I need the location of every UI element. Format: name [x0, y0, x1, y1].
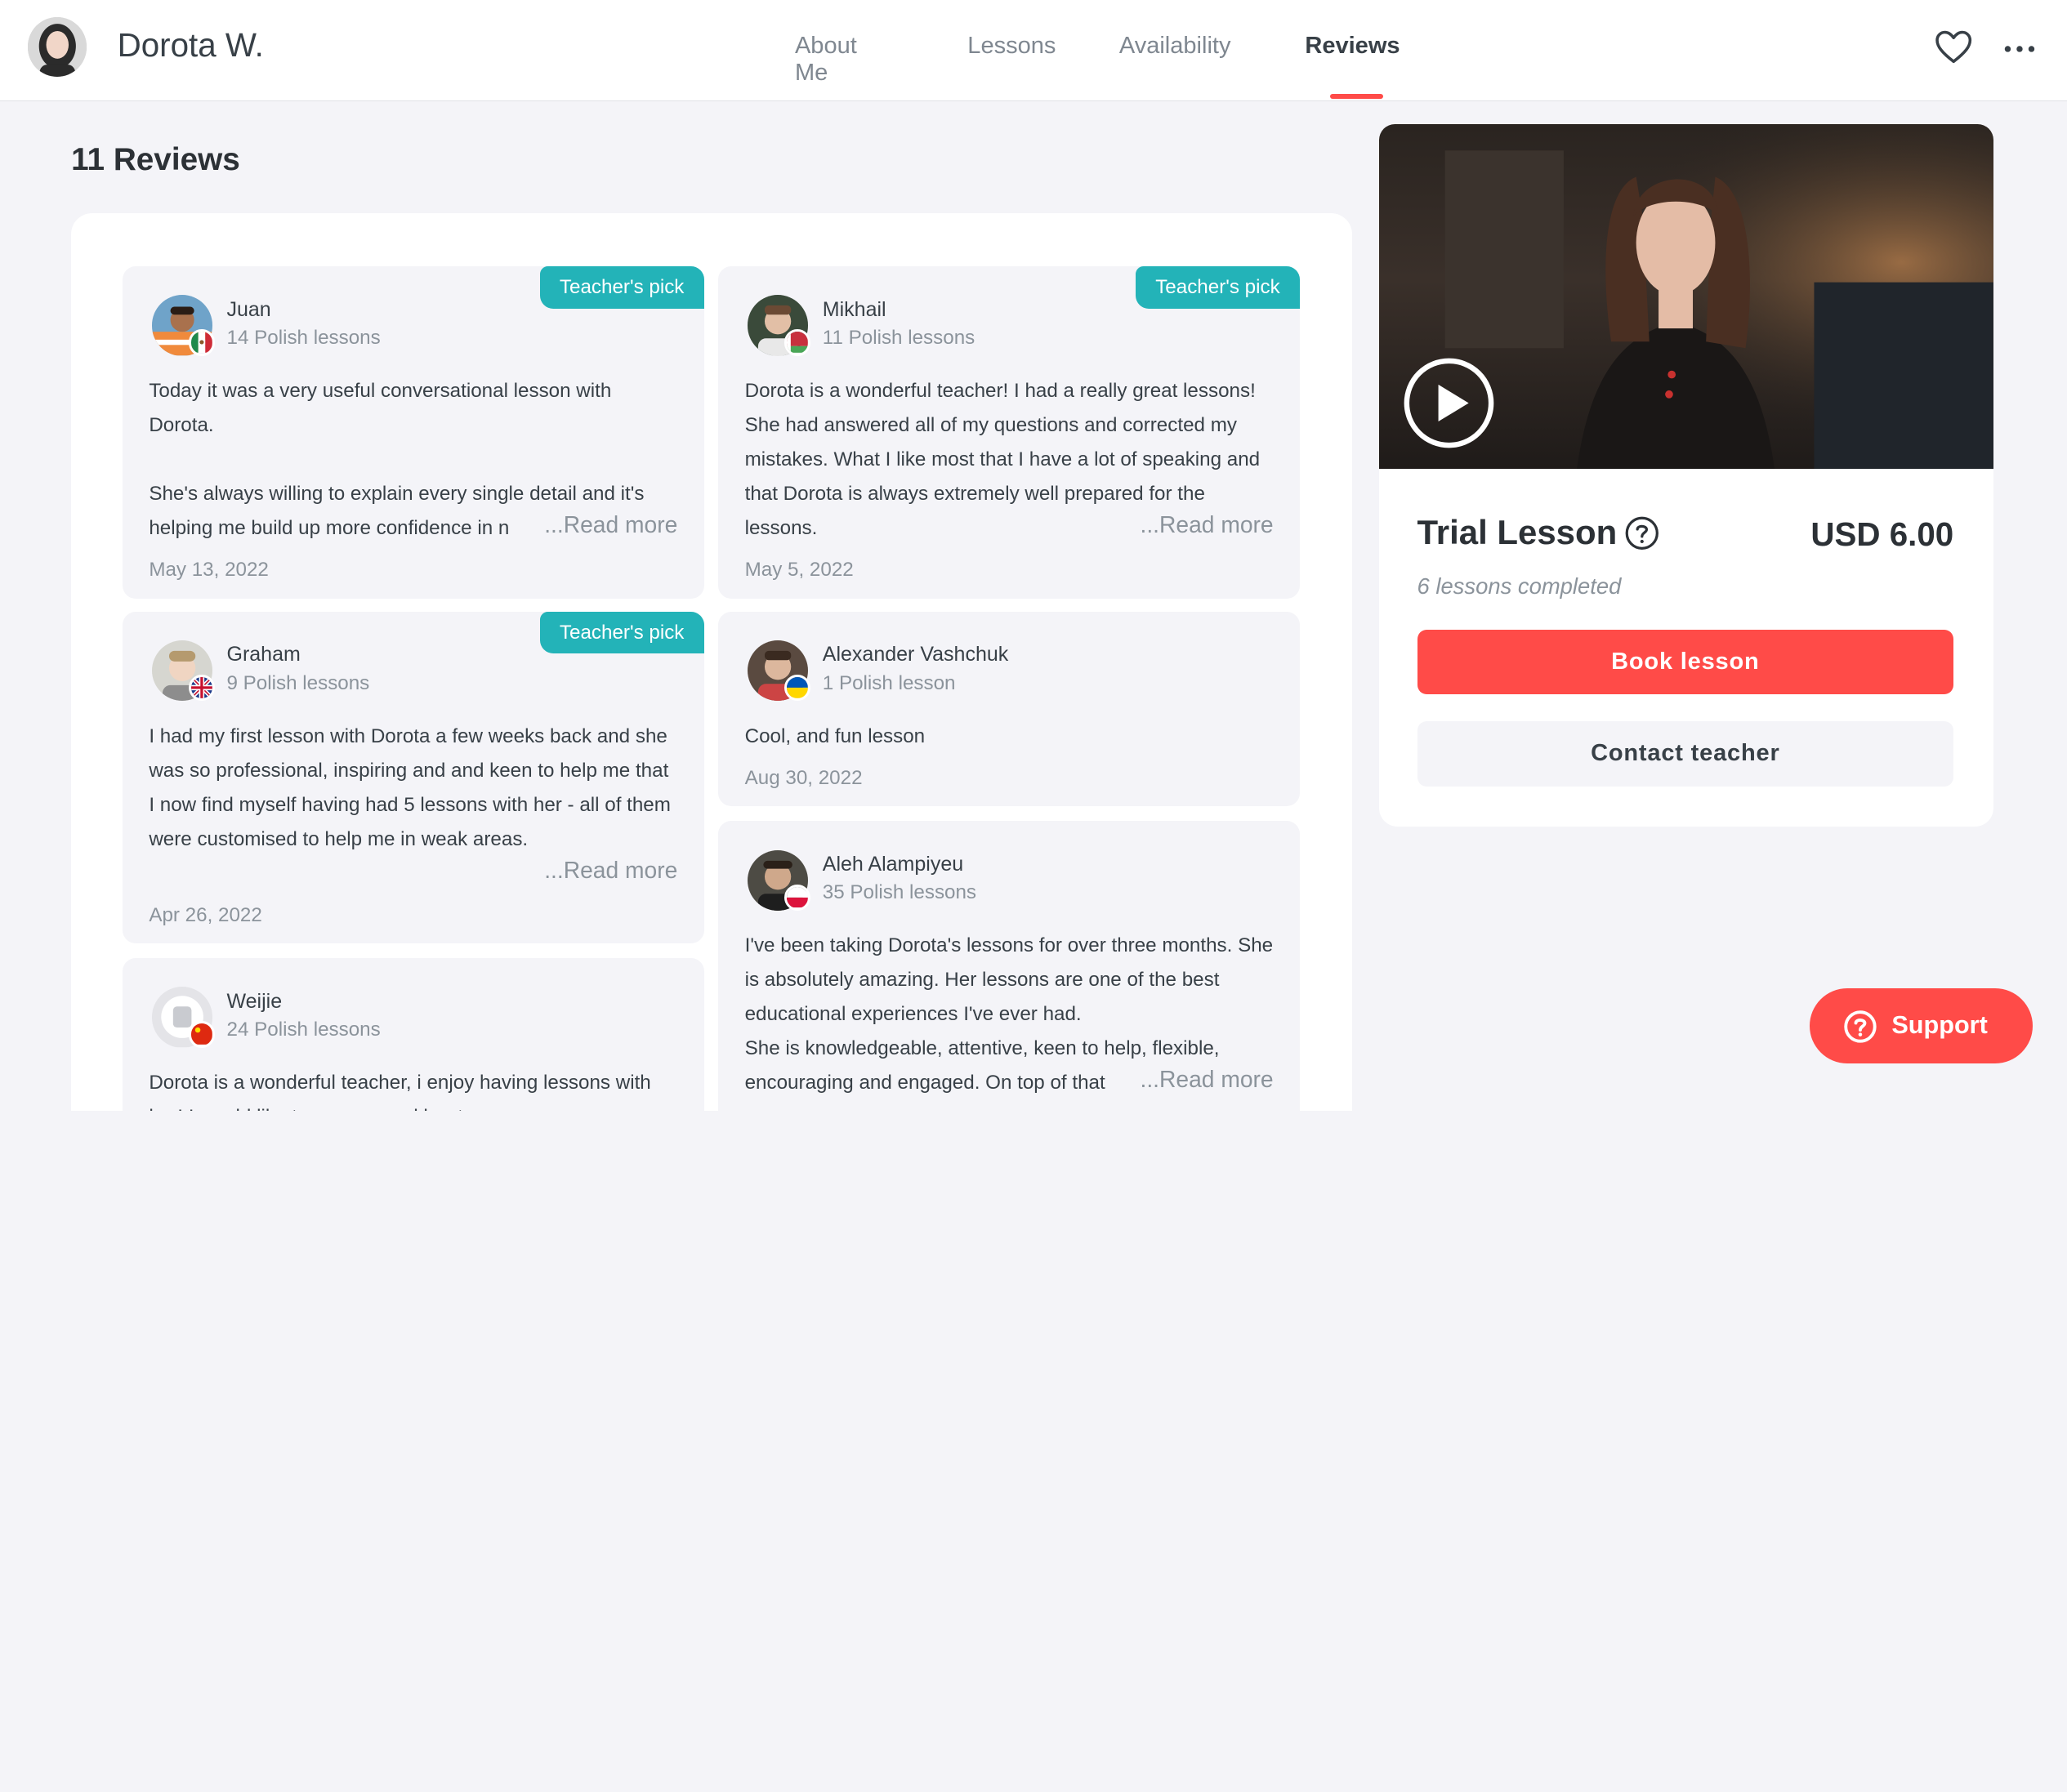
review-date: Aug 30, 2022	[744, 767, 863, 790]
reviews-heading: 11 Reviews	[71, 142, 240, 178]
reviewer-lesson-count: 9 Polish lessons	[226, 671, 370, 694]
play-icon[interactable]	[1403, 357, 1495, 449]
top-bar: Dorota W. About Me Lessons Availability …	[0, 0, 2067, 102]
teacher-avatar[interactable]	[27, 16, 87, 77]
review-card: Weijie 24 Polish lessons Dorota is a won…	[123, 958, 704, 1112]
teacher-name: Dorota W.	[117, 26, 264, 65]
review-card: Aleh Alampiyeu 35 Polish lessons I've be…	[718, 821, 1300, 1112]
flag-belarus-icon	[784, 329, 811, 356]
flag-china-icon	[188, 1021, 215, 1048]
reviewer-lesson-count: 14 Polish lessons	[226, 327, 381, 350]
intro-video[interactable]	[1378, 123, 1993, 470]
contact-teacher-button[interactable]: Contact teacher	[1417, 720, 1954, 787]
read-more-link[interactable]: ...Read more	[1135, 511, 1274, 539]
reviewer-name: Alexander Vashchuk	[822, 643, 1009, 666]
review-card: Teacher's pick Juan 14 Polish lessons To…	[123, 265, 704, 599]
support-button[interactable]: Support	[1810, 988, 2033, 1064]
read-more-link[interactable]: ...Read more	[538, 856, 678, 884]
teachers-pick-badge: Teacher's pick	[539, 265, 704, 309]
read-more-link[interactable]: ...Read more	[1135, 1066, 1274, 1094]
reviewer-name: Graham	[226, 643, 301, 666]
help-icon[interactable]	[1624, 515, 1660, 551]
more-icon[interactable]	[2002, 32, 2037, 66]
flag-uk-icon	[188, 675, 215, 702]
tab-availability[interactable]: Availability	[1119, 33, 1231, 60]
review-card: Teacher's pick Graham 9 Polish lessons I…	[123, 611, 704, 944]
read-more-link[interactable]: ...Read more	[538, 511, 678, 539]
heart-icon[interactable]	[1934, 29, 1973, 65]
reviewer-lesson-count: 35 Polish lessons	[822, 881, 977, 904]
tab-reviews[interactable]: Reviews	[1305, 33, 1400, 60]
review-date: May 13, 2022	[149, 559, 269, 582]
flag-mexico-icon	[188, 329, 215, 356]
reviewer-lesson-count: 11 Polish lessons	[822, 327, 975, 350]
reviews-panel: Teacher's pick Juan 14 Polish lessons To…	[71, 213, 1353, 1112]
booking-card: Trial Lesson USD 6.00 6 lessons complete…	[1378, 469, 1993, 827]
teachers-pick-badge: Teacher's pick	[1136, 265, 1300, 309]
lessons-completed: 6 lessons completed	[1417, 573, 1622, 599]
review-date: Apr 26, 2022	[149, 903, 262, 926]
teachers-pick-badge: Teacher's pick	[539, 611, 704, 654]
flag-ukraine-icon	[784, 675, 811, 702]
review-card: Teacher's pick Mikhail 11 Polish lessons…	[718, 265, 1300, 599]
reviewer-name: Aleh Alampiyeu	[822, 852, 964, 876]
review-text: Cool, and fun lesson	[744, 724, 926, 747]
trial-lesson-title: Trial Lesson	[1417, 512, 1618, 551]
support-label: Support	[1891, 1010, 1988, 1039]
trial-price: USD 6.00	[1810, 515, 1954, 553]
tab-lessons[interactable]: Lessons	[967, 33, 1056, 60]
reviewer-lesson-count: 1 Polish lesson	[822, 671, 956, 694]
reviewer-name: Mikhail	[822, 297, 886, 321]
question-icon	[1843, 1010, 1877, 1044]
reviewer-lesson-count: 24 Polish lessons	[226, 1019, 381, 1041]
review-date: May 5, 2022	[744, 559, 854, 582]
tab-about-me[interactable]: About Me	[795, 33, 857, 87]
reviewer-name: Weijie	[226, 989, 283, 1013]
flag-poland-icon	[784, 884, 811, 911]
review-card: Alexander Vashchuk 1 Polish lesson Cool,…	[718, 611, 1300, 807]
active-tab-indicator	[1330, 93, 1383, 99]
review-text: I had my first lesson with Dorota a few …	[149, 724, 671, 850]
review-text: Dorota is a wonderful teacher, i enjoy h…	[149, 1072, 651, 1111]
reviewer-name: Juan	[226, 297, 271, 321]
book-lesson-button[interactable]: Book lesson	[1417, 630, 1954, 695]
